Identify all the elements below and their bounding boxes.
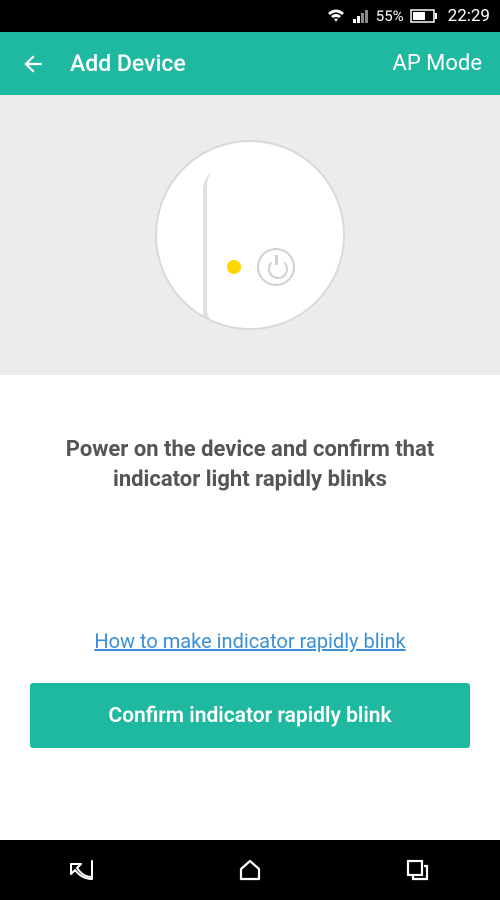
status-bar: 55% 22:29: [0, 0, 500, 32]
status-time: 22:29: [448, 6, 490, 26]
nav-recent-icon[interactable]: [387, 850, 447, 890]
power-icon: [257, 248, 295, 286]
battery-icon: [410, 9, 438, 23]
app-bar: Add Device AP Mode: [0, 32, 500, 95]
signal-icon: [352, 8, 370, 24]
nav-back-icon[interactable]: [53, 850, 113, 890]
page-title: Add Device: [70, 50, 392, 77]
device-illustration: [155, 140, 345, 330]
content-area: Power on the device and confirm that ind…: [0, 375, 500, 840]
instruction-text: Power on the device and confirm that ind…: [30, 435, 470, 494]
battery-percentage: 55%: [376, 7, 404, 25]
device-body: [207, 162, 345, 330]
navigation-bar: [0, 840, 500, 900]
nav-home-icon[interactable]: [220, 850, 280, 890]
wifi-icon: [326, 8, 346, 24]
indicator-light: [227, 260, 241, 274]
confirm-button[interactable]: Confirm indicator rapidly blink: [30, 683, 470, 748]
ap-mode-button[interactable]: AP Mode: [392, 51, 482, 76]
back-icon[interactable]: [18, 49, 48, 79]
illustration-area: [0, 95, 500, 375]
help-link[interactable]: How to make indicator rapidly blink: [30, 629, 470, 653]
